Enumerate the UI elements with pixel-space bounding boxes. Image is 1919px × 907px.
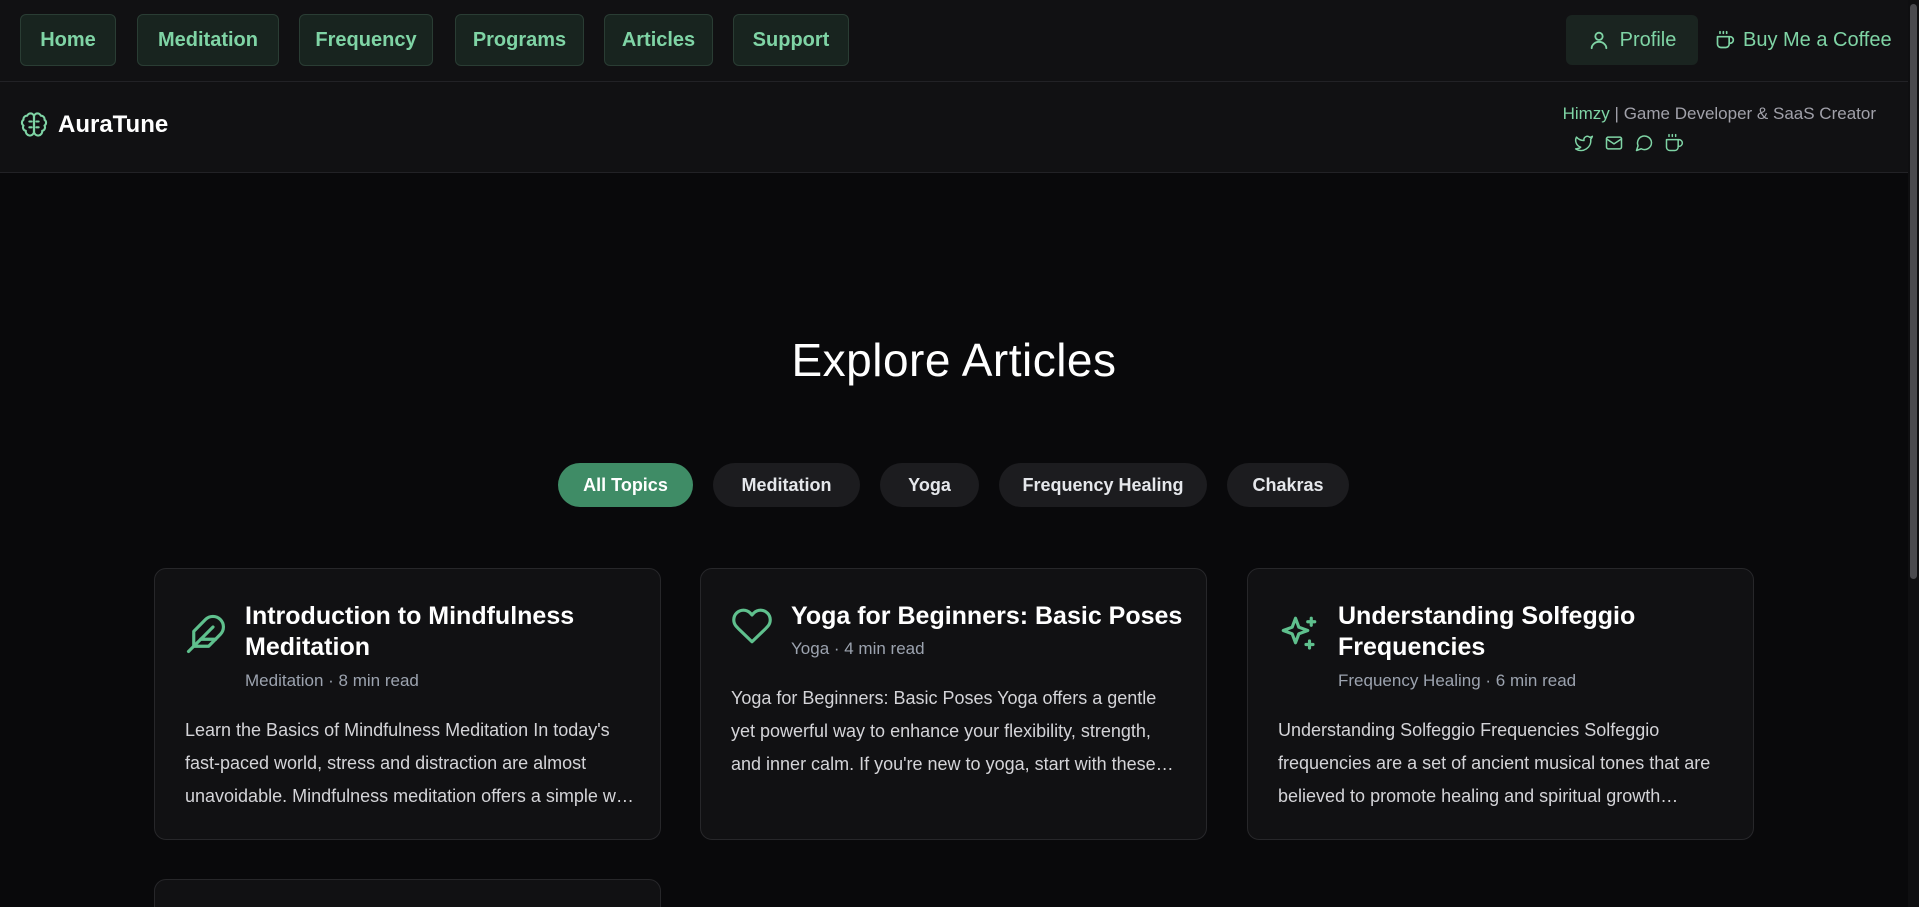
article-title[interactable]: Introduction to Mindfulness Meditation — [245, 601, 640, 663]
nav-frequency-button[interactable]: Frequency — [299, 14, 433, 66]
author-name[interactable]: Himzy — [1563, 104, 1610, 123]
brand-logo-link[interactable]: AuraTune — [20, 111, 168, 139]
brain-icon — [20, 111, 48, 139]
coffee-icon — [1715, 30, 1735, 50]
article-title[interactable]: Understanding Solfeggio Frequencies — [1338, 601, 1733, 663]
brand-name: AuraTune — [58, 111, 169, 138]
author-separator: | — [1614, 104, 1619, 123]
filter-all-topics[interactable]: All Topics — [558, 463, 693, 507]
profile-label: Profile — [1619, 28, 1677, 51]
nav-support-button[interactable]: Support — [733, 14, 849, 66]
heart-icon — [731, 605, 773, 647]
feather-icon — [185, 613, 227, 655]
nav-meditation-button[interactable]: Meditation — [137, 14, 279, 66]
nav-articles-button[interactable]: Articles — [604, 14, 713, 66]
article-card[interactable]: Introduction to Mindfulness Meditation M… — [154, 568, 661, 840]
article-meta: Frequency Healing · 6 min read — [1338, 671, 1577, 690]
article-title[interactable]: Yoga for Beginners: Basic Poses — [791, 601, 1186, 632]
page-title: Explore Articles — [791, 334, 1117, 386]
twitter-icon[interactable] — [1574, 133, 1594, 153]
article-card[interactable] — [154, 879, 661, 907]
nav-home-button[interactable]: Home — [20, 14, 116, 66]
article-excerpt: Yoga for Beginners: Basic Poses Yoga off… — [731, 688, 1157, 774]
brand-bar: AuraTune Himzy | Game Developer & SaaS C… — [0, 82, 1908, 173]
article-excerpt: Understanding Solfeggio Frequencies Solf… — [1278, 720, 1711, 806]
coffee-label: Buy Me a Coffee — [1743, 28, 1892, 51]
filter-meditation[interactable]: Meditation — [713, 463, 860, 507]
article-meta: Meditation · 8 min read — [245, 671, 419, 690]
article-excerpt: Learn the Basics of Mindfulness Meditati… — [185, 720, 635, 806]
top-navigation: Home Meditation Frequency Programs Artic… — [0, 0, 1908, 82]
coffee-icon[interactable] — [1664, 133, 1684, 153]
author-credit: Himzy | Game Developer & SaaS Creator — [1563, 104, 1876, 124]
nav-programs-button[interactable]: Programs — [455, 14, 584, 66]
filter-chakras[interactable]: Chakras — [1227, 463, 1349, 507]
article-card[interactable]: Understanding Solfeggio Frequencies Freq… — [1247, 568, 1754, 840]
filter-frequency-healing[interactable]: Frequency Healing — [999, 463, 1207, 507]
chat-icon[interactable] — [1634, 133, 1654, 153]
article-meta: Yoga · 4 min read — [791, 639, 925, 658]
article-card[interactable]: Yoga for Beginners: Basic Poses Yoga · 4… — [700, 568, 1207, 840]
page-scrollbar[interactable] — [1908, 0, 1919, 907]
social-links — [1574, 133, 1684, 153]
filter-yoga[interactable]: Yoga — [880, 463, 979, 507]
user-icon — [1588, 29, 1610, 51]
mail-icon[interactable] — [1604, 133, 1624, 153]
author-role: Game Developer & SaaS Creator — [1623, 104, 1876, 123]
scrollbar-thumb[interactable] — [1910, 4, 1917, 579]
buy-coffee-link[interactable]: Buy Me a Coffee — [1715, 15, 1892, 65]
sparkles-icon — [1278, 613, 1320, 655]
profile-button[interactable]: Profile — [1566, 15, 1698, 65]
